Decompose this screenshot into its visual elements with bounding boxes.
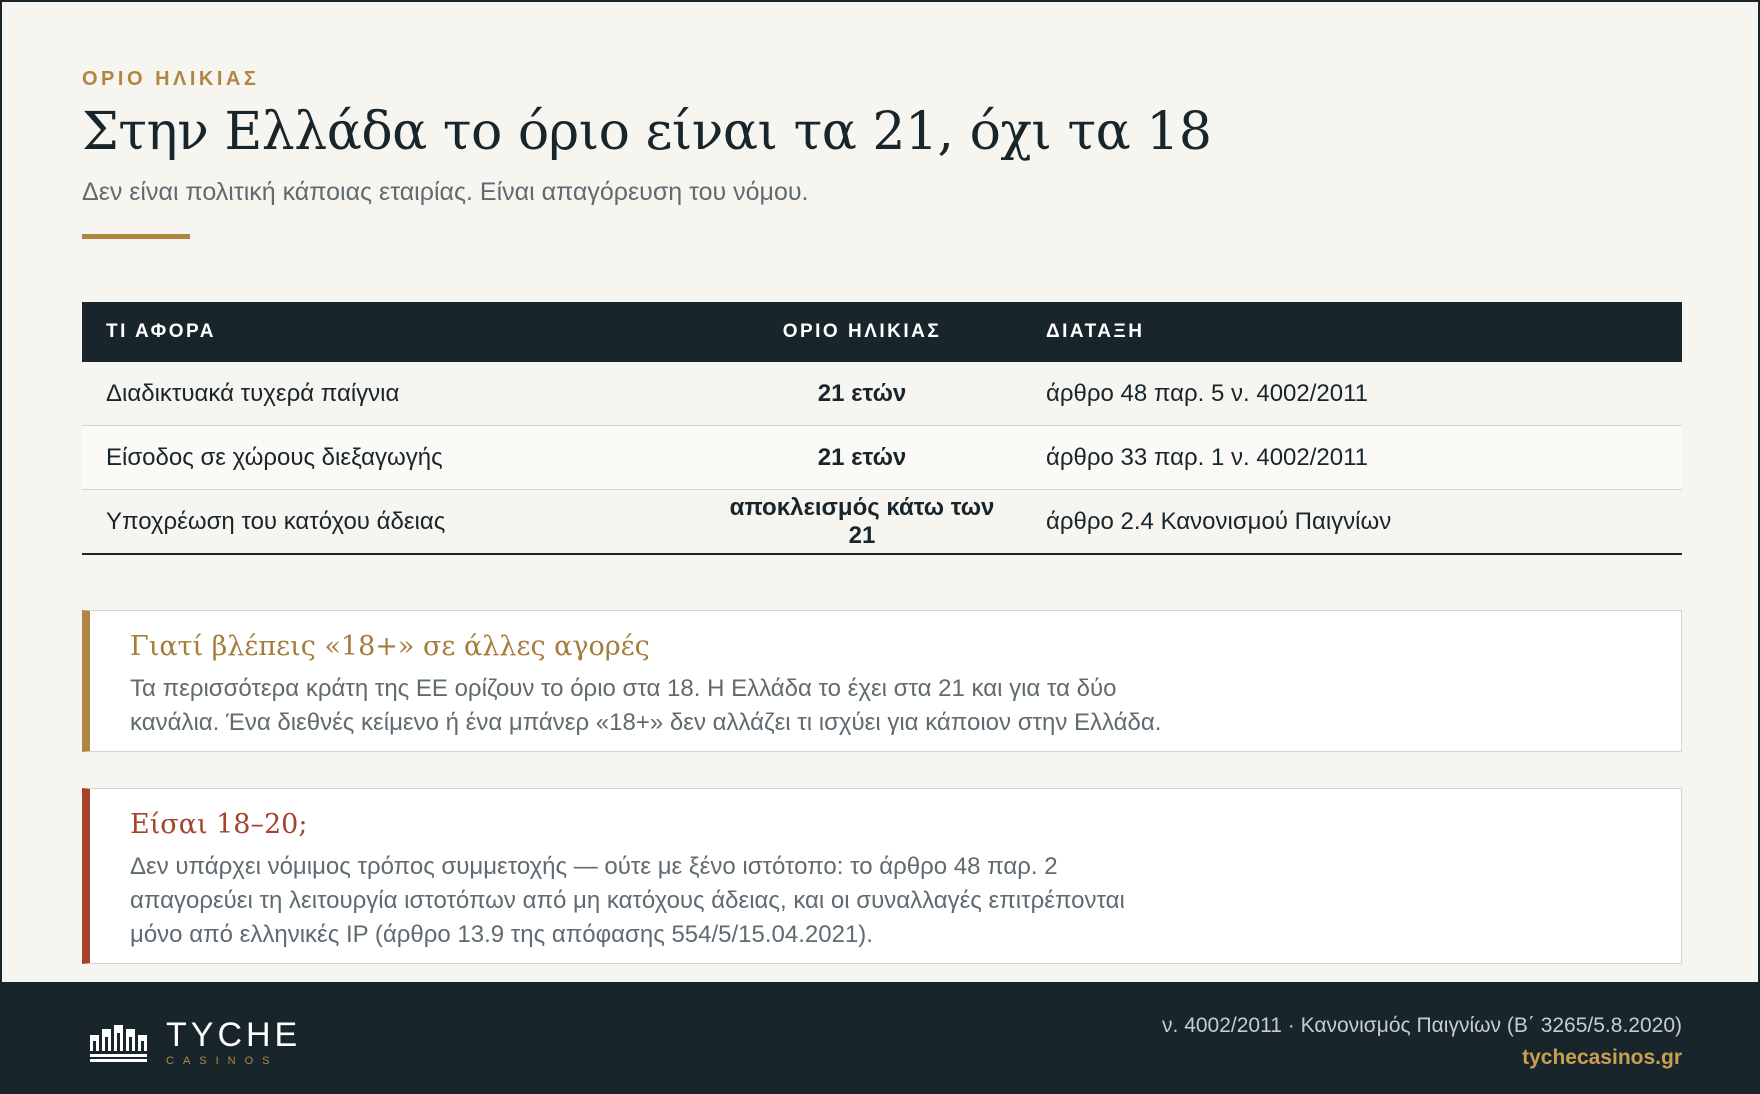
- page-subtitle: Δεν είναι πολιτική κάποιας εταιρίας. Είν…: [82, 178, 809, 206]
- column-header-topic: ΤΙ ΑΦΟΡΑ: [82, 302, 702, 362]
- castle-skyline-icon: [90, 1025, 147, 1062]
- column-header-age: ΟΡΙΟ ΗΛΙΚΙΑΣ: [702, 302, 1022, 362]
- row-topic: Υποχρέωση του κατόχου άδειας: [82, 489, 702, 555]
- brand-subname: CASINOS: [166, 1055, 279, 1067]
- row-age: αποκλεισμός κάτω των 21: [702, 489, 1022, 555]
- table-row: Είσοδος σε χώρους διεξαγωγής 21 ετών άρθ…: [82, 425, 1682, 490]
- age-rules-table: ΤΙ ΑΦΟΡΑ ΟΡΙΟ ΗΛΙΚΙΑΣ ΔΙΑΤΑΞΗ Διαδικτυακ…: [82, 302, 1682, 555]
- title-accent-rule: [82, 234, 190, 239]
- callout-age-18-20: Είσαι 18–20; Δεν υπάρχει νόμιμος τρόπος …: [82, 788, 1682, 964]
- row-topic: Είσοδος σε χώρους διεξαγωγής: [82, 425, 702, 490]
- row-provision: άρθρο 2.4 Κανονισμού Παιγνίων: [1022, 489, 1682, 555]
- brand-wordmark: TYCHE CASINOS: [166, 1018, 301, 1068]
- callout-18plus-markets: Γιατί βλέπεις «18+» σε άλλες αγορές Τα π…: [82, 610, 1682, 752]
- callout-title: Είσαι 18–20;: [130, 809, 308, 840]
- table-row: Υποχρέωση του κατόχου άδειας αποκλεισμός…: [82, 489, 1682, 555]
- footer-references: ν. 4002/2011 · Κανονισμός Παιγνίων (Β΄ 3…: [1162, 1014, 1682, 1070]
- row-age: 21 ετών: [702, 425, 1022, 490]
- row-provision: άρθρο 33 παρ. 1 ν. 4002/2011: [1022, 425, 1682, 490]
- site-link[interactable]: tychecasinos.gr: [1162, 1046, 1682, 1070]
- legal-references: ν. 4002/2011 · Κανονισμός Παιγνίων (Β΄ 3…: [1162, 1014, 1682, 1037]
- brand-logo[interactable]: TYCHE CASINOS: [90, 1018, 301, 1068]
- column-header-provision: ΔΙΑΤΑΞΗ: [1022, 302, 1682, 362]
- row-age: 21 ετών: [702, 362, 1022, 426]
- footer: TYCHE CASINOS ν. 4002/2011 · Κανονισμός …: [2, 982, 1758, 1094]
- callout-text: Τα περισσότερα κράτη της ΕΕ ορίζουν το ό…: [130, 675, 1162, 736]
- row-provision: άρθρο 48 παρ. 5 ν. 4002/2011: [1022, 362, 1682, 426]
- page: ΟΡΙΟ ΗΛΙΚΙΑΣ Στην Ελλάδα το όριο είναι τ…: [0, 0, 1760, 1094]
- brand-name: TYCHE: [166, 1016, 302, 1054]
- section-eyebrow: ΟΡΙΟ ΗΛΙΚΙΑΣ: [82, 68, 260, 90]
- callout-title: Γιατί βλέπεις «18+» σε άλλες αγορές: [130, 631, 650, 662]
- table-row: Διαδικτυακά τυχερά παίγνια 21 ετών άρθρο…: [82, 362, 1682, 426]
- callout-text: Δεν υπάρχει νόμιμος τρόπος συμμετοχής — …: [130, 853, 1125, 948]
- row-topic: Διαδικτυακά τυχερά παίγνια: [82, 362, 702, 426]
- table-header-row: ΤΙ ΑΦΟΡΑ ΟΡΙΟ ΗΛΙΚΙΑΣ ΔΙΑΤΑΞΗ: [82, 302, 1682, 362]
- page-title: Στην Ελλάδα το όριο είναι τα 21, όχι τα …: [82, 102, 1212, 162]
